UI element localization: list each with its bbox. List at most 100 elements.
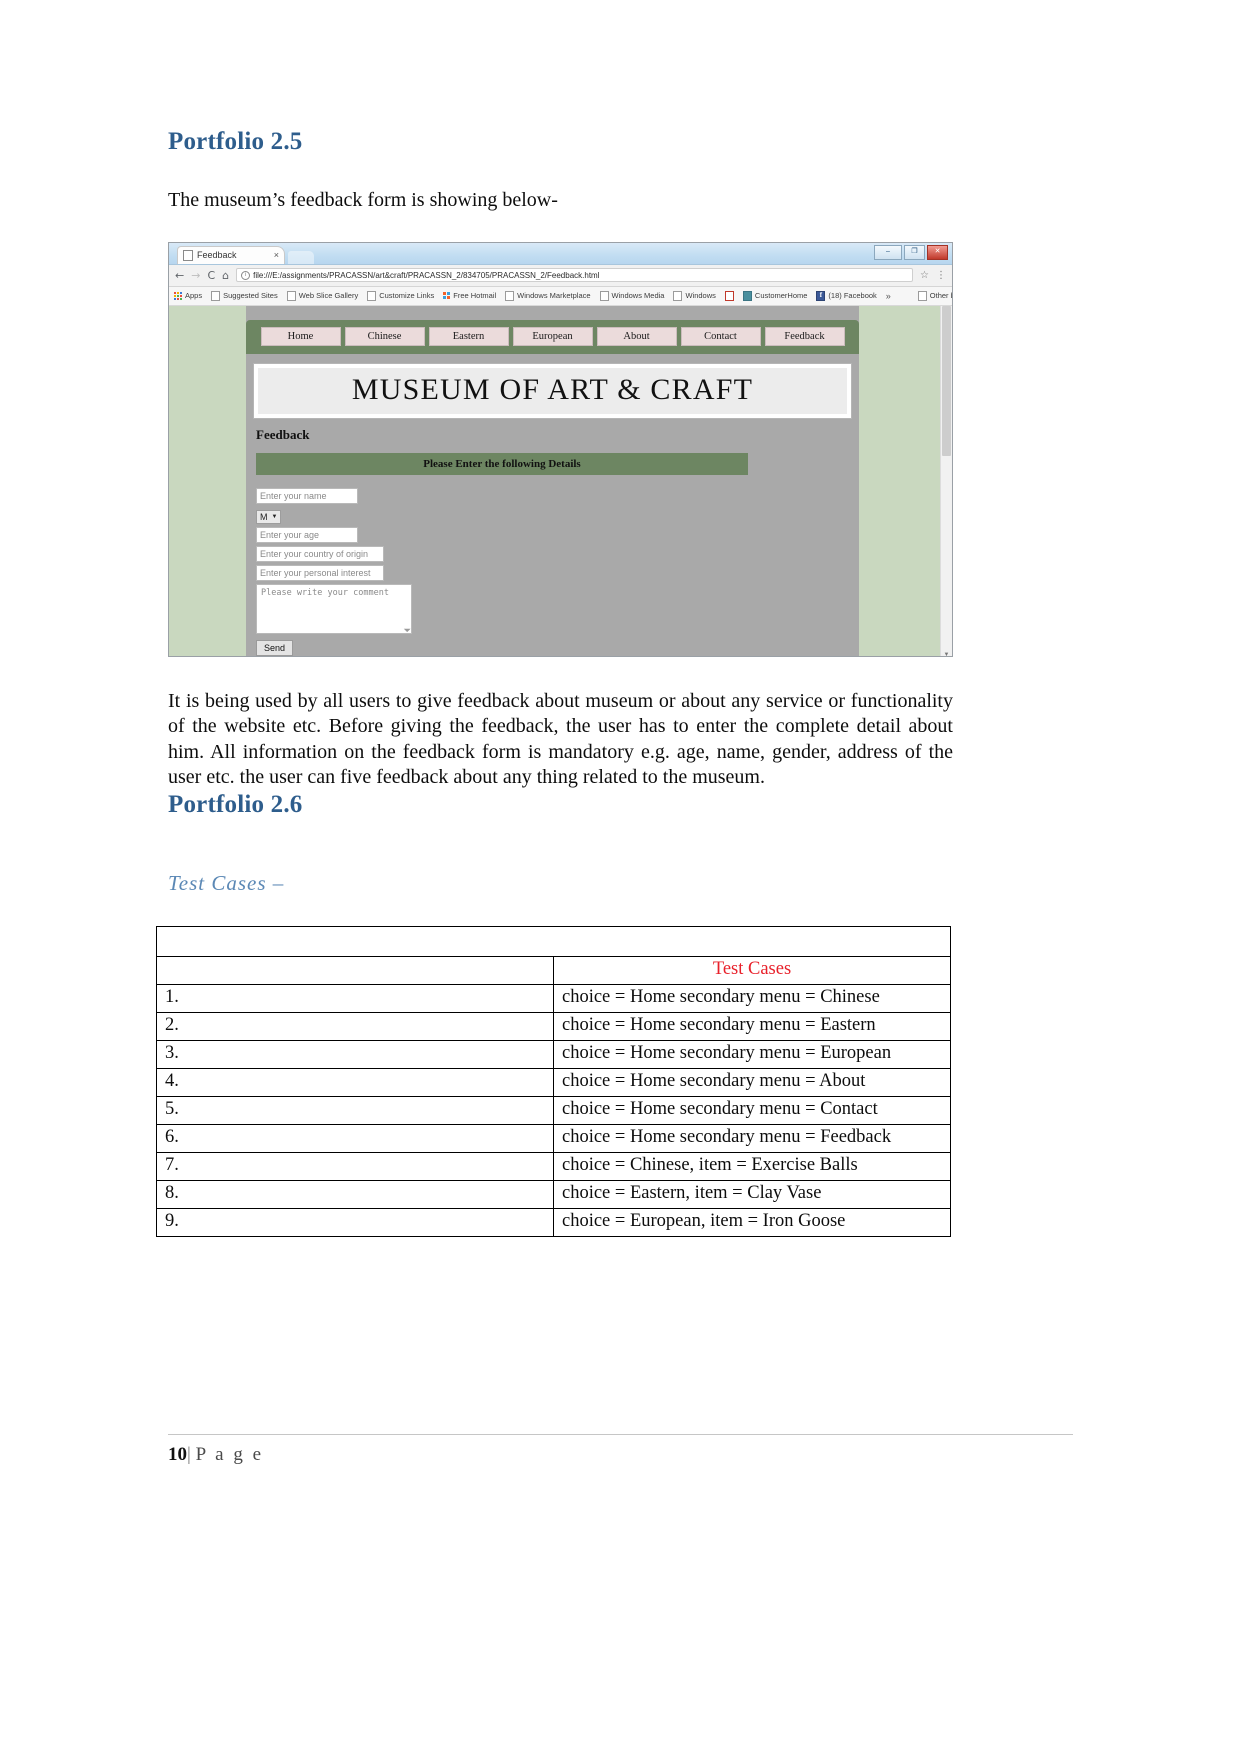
page-icon: [673, 290, 683, 301]
feedback-form-area: Feedback Please Enter the following Deta…: [246, 418, 859, 656]
restore-button[interactable]: ❐: [904, 244, 925, 260]
bookmark-customerhome[interactable]: CustomerHome: [742, 290, 807, 301]
page-title-portfolio-26: Portfolio 2.6: [168, 790, 303, 818]
bookmark-red-unnamed[interactable]: [724, 290, 734, 301]
reload-icon[interactable]: C: [207, 270, 215, 281]
page-icon: [286, 290, 296, 301]
address-bar-url: file:///E:/assignments/PRACASSN/art&craf…: [253, 270, 600, 280]
minimize-button[interactable]: –: [874, 244, 902, 260]
nav-item-chinese[interactable]: Chinese: [344, 327, 425, 347]
browser-tab-title: Feedback: [197, 250, 237, 261]
send-button[interactable]: Send: [256, 639, 294, 656]
bookmarks-overflow-icon[interactable]: »: [886, 291, 891, 301]
page-icon: [211, 290, 221, 301]
bookmark-label: Free Hotmail: [453, 291, 497, 301]
gender-select[interactable]: M ▼: [256, 509, 282, 524]
table-header-test-cases: Test Cases: [553, 955, 951, 985]
table-row: 5. choice = Home secondary menu = Contac…: [156, 1095, 951, 1125]
home-icon[interactable]: ⌂: [222, 270, 229, 281]
row-text: choice = Home secondary menu = About: [553, 1067, 951, 1097]
bookmark-apps[interactable]: Apps: [174, 291, 202, 300]
description-paragraph: It is being used by all users to give fe…: [168, 689, 953, 789]
red-bookmark-icon: [724, 290, 734, 301]
row-index: 6.: [156, 1123, 554, 1153]
age-input[interactable]: Enter your age: [256, 526, 358, 543]
test-cases-subheading: Test Cases –: [168, 870, 285, 895]
site-banner-title: MUSEUM OF ART & CRAFT: [351, 372, 754, 406]
browser-menu-icon[interactable]: ⋮: [936, 270, 946, 281]
footer-page-word: P a g e: [195, 1444, 264, 1465]
resize-grip-icon[interactable]: ◢: [403, 623, 413, 633]
table-cell-blank: [156, 925, 951, 957]
footer-page-number: 10: [168, 1444, 187, 1465]
comment-textarea[interactable]: Please write your comment ◢: [256, 583, 413, 634]
bookmark-web-slice-gallery[interactable]: Web Slice Gallery: [286, 290, 359, 301]
browser-viewport: Home Chinese Eastern European About Cont…: [169, 305, 952, 656]
table-row: 7. choice = Chinese, item = Exercise Bal…: [156, 1151, 951, 1181]
site-info-icon[interactable]: i: [241, 270, 251, 280]
bookmark-free-hotmail[interactable]: Free Hotmail: [443, 291, 496, 300]
nav-item-contact[interactable]: Contact: [680, 327, 761, 347]
bookmark-label: Suggested Sites: [223, 291, 278, 301]
bookmark-star-icon[interactable]: ☆: [920, 270, 929, 281]
nav-item-european[interactable]: European: [512, 327, 593, 347]
form-heading: Feedback: [256, 426, 310, 442]
bookmark-label: Windows Media: [611, 291, 665, 301]
bookmark-facebook[interactable]: f (18) Facebook: [816, 290, 877, 301]
document-page: Portfolio 2.5 The museum’s feedback form…: [0, 0, 1241, 1754]
teal-icon: [742, 290, 752, 301]
bookmarks-bar: Apps Suggested Sites Web Slice Gallery C…: [169, 286, 952, 306]
page-scrollbar[interactable]: ▲ ▼: [940, 305, 952, 656]
bookmark-windows-media[interactable]: Windows Media: [599, 290, 665, 301]
nav-item-home[interactable]: Home: [260, 327, 341, 347]
nav-item-feedback[interactable]: Feedback: [764, 327, 845, 347]
nav-item-eastern[interactable]: Eastern: [428, 327, 509, 347]
row-index: 2.: [156, 1011, 554, 1041]
footer-line: 10| P a g e: [168, 1444, 264, 1465]
bookmark-label: Customize Links: [379, 291, 435, 301]
page-content: Portfolio 2.5 The museum’s feedback form…: [156, 128, 953, 1237]
scroll-down-icon[interactable]: ▼: [941, 652, 952, 656]
row-text: choice = Home secondary menu = European: [553, 1039, 951, 1069]
chevron-down-icon: ▼: [271, 513, 278, 520]
bookmark-label: Web Slice Gallery: [298, 291, 359, 301]
table-row: 9. choice = European, item = Iron Goose: [156, 1207, 951, 1237]
scrollbar-thumb[interactable]: [942, 305, 951, 456]
bookmark-windows-marketplace[interactable]: Windows Marketplace: [505, 290, 591, 301]
bookmark-label: Windows: [685, 291, 716, 301]
row-text: choice = Home secondary menu = Contact: [553, 1095, 951, 1125]
close-icon[interactable]: ×: [274, 250, 279, 260]
nav-item-about[interactable]: About: [596, 327, 677, 347]
page-icon: [599, 290, 609, 301]
close-window-button[interactable]: ✕: [927, 244, 948, 260]
forward-icon[interactable]: →: [191, 270, 200, 281]
other-bookmarks-folder[interactable]: Other bookmarks: [917, 290, 952, 301]
windows-logo-icon: [443, 292, 451, 300]
row-text: choice = European, item = Iron Goose: [553, 1207, 951, 1237]
new-tab-button[interactable]: [288, 250, 314, 264]
form-fields: Enter your name M ▼ Enter your age Enter…: [256, 487, 849, 656]
country-input[interactable]: Enter your country of origin: [256, 545, 384, 562]
bookmark-windows[interactable]: Windows: [673, 290, 716, 301]
interest-input[interactable]: Enter your personal interest: [256, 564, 384, 581]
bookmark-customize-links[interactable]: Customize Links: [367, 290, 435, 301]
name-input[interactable]: Enter your name: [256, 487, 358, 504]
page-icon: [367, 290, 377, 301]
bookmark-suggested-sites[interactable]: Suggested Sites: [211, 290, 278, 301]
back-icon[interactable]: ←: [175, 270, 184, 281]
row-index: 5.: [156, 1095, 554, 1125]
row-text: choice = Chinese, item = Exercise Balls: [553, 1151, 951, 1181]
browser-screenshot: Feedback × – ❐ ✕ ← → C ⌂ i file:///E:/as…: [168, 241, 953, 657]
table-row: 8. choice = Eastern, item = Clay Vase: [156, 1179, 951, 1209]
address-bar[interactable]: i file:///E:/assignments/PRACASSN/art&cr…: [236, 268, 914, 283]
page-footer: 10| P a g e: [168, 1434, 1073, 1466]
intro-paragraph: The museum’s feedback form is showing be…: [168, 189, 558, 211]
other-bookmarks-label: Other bookmarks: [929, 291, 952, 301]
row-text: choice = Eastern, item = Clay Vase: [553, 1179, 951, 1209]
page-icon: [505, 290, 515, 301]
folder-icon: [917, 290, 927, 301]
table-row: 6. choice = Home secondary menu = Feedba…: [156, 1123, 951, 1153]
bookmark-label: (18) Facebook: [828, 291, 877, 301]
browser-tab-feedback[interactable]: Feedback ×: [177, 245, 285, 264]
browser-toolbar: ← → C ⌂ i file:///E:/assignments/PRACASS…: [169, 264, 952, 287]
